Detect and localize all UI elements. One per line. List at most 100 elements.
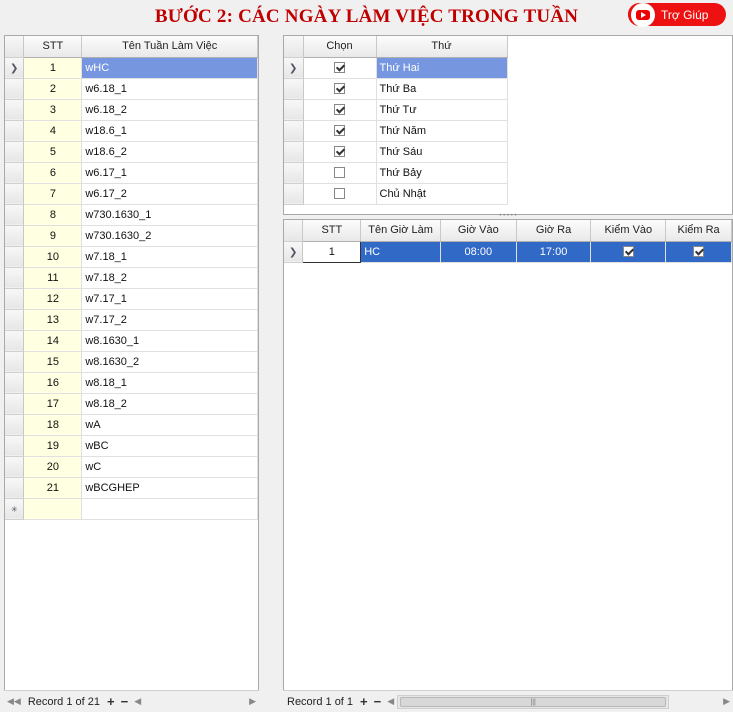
week-row[interactable]: 4 w18.6_1 [5, 120, 258, 142]
scroll-right-icon[interactable]: ▶ [246, 696, 259, 707]
day-select-cell[interactable] [303, 99, 377, 121]
week-name-cell[interactable]: w7.17_2 [81, 309, 258, 331]
week-name-cell[interactable]: w18.6_1 [81, 120, 258, 142]
day-select-cell[interactable] [303, 141, 377, 163]
first-record-icon[interactable]: ◀◀ [4, 696, 24, 707]
week-name-cell[interactable]: w7.18_1 [81, 246, 258, 268]
day-select-cell[interactable] [303, 120, 377, 142]
day-row[interactable]: Thứ Tư [284, 99, 508, 121]
week-name-cell[interactable]: w730.1630_2 [81, 225, 258, 247]
day-row[interactable]: Chủ Nhật [284, 183, 508, 205]
week-row[interactable]: 3 w6.18_2 [5, 99, 258, 121]
week-name-cell[interactable]: w8.1630_1 [81, 330, 258, 352]
new-week-row[interactable]: ✳ [5, 498, 258, 520]
week-row[interactable]: 20 wC [5, 456, 258, 478]
scroll-left-icon[interactable]: ◀ [131, 696, 144, 707]
week-row[interactable]: 11 w7.18_2 [5, 267, 258, 289]
hours-check-out-header[interactable]: Kiểm Ra [665, 220, 732, 242]
week-row[interactable]: 10 w7.18_1 [5, 246, 258, 268]
week-row[interactable]: 19 wBC [5, 435, 258, 457]
week-row[interactable]: 16 w8.18_1 [5, 372, 258, 394]
hours-in-header[interactable]: Giờ Vào [440, 220, 517, 242]
week-name-cell[interactable]: wBC [81, 435, 258, 457]
week-row[interactable]: 9 w730.1630_2 [5, 225, 258, 247]
week-row[interactable]: 14 w8.1630_1 [5, 330, 258, 352]
checkbox[interactable] [693, 246, 705, 258]
scrollbar-thumb[interactable]: ||| [400, 696, 667, 707]
checkbox[interactable] [334, 167, 345, 179]
week-name-cell[interactable]: w6.17_1 [81, 162, 258, 184]
day-name-header[interactable]: Thứ [376, 36, 508, 58]
day-row[interactable]: ❯ Thứ Hai [284, 57, 508, 79]
checkbox[interactable] [334, 188, 345, 200]
horizontal-scrollbar[interactable]: ||| [397, 694, 670, 709]
day-row[interactable]: Thứ Bảy [284, 162, 508, 184]
remove-week-button[interactable]: − [118, 694, 132, 709]
checkbox[interactable] [622, 246, 634, 258]
add-week-button[interactable]: + [104, 694, 118, 709]
week-name-cell[interactable]: w6.18_1 [81, 78, 258, 100]
day-select-cell[interactable] [303, 78, 377, 100]
scroll-right-icon[interactable]: ▶ [720, 696, 733, 707]
week-name-cell[interactable]: w6.17_2 [81, 183, 258, 205]
remove-hours-button[interactable]: − [371, 694, 385, 709]
add-hours-button[interactable]: + [357, 694, 371, 709]
week-row[interactable]: 12 w7.17_1 [5, 288, 258, 310]
hours-check-out-cell[interactable] [665, 241, 732, 263]
week-row[interactable]: 2 w6.18_1 [5, 78, 258, 100]
hours-out-cell[interactable]: 17:00 [516, 241, 592, 263]
week-name-cell[interactable]: w7.17_1 [81, 288, 258, 310]
week-row[interactable]: 13 w7.17_2 [5, 309, 258, 331]
week-name-header[interactable]: Tên Tuần Làm Việc [81, 36, 258, 58]
week-name-cell[interactable]: wC [81, 456, 258, 478]
hours-stt-cell[interactable]: 1 [302, 240, 362, 263]
week-stt-header[interactable]: STT [23, 36, 83, 58]
day-select-header[interactable]: Chọn [303, 36, 377, 58]
hours-stt-header[interactable]: STT [302, 220, 362, 242]
hours-check-in-cell[interactable] [590, 241, 667, 263]
week-row[interactable]: 8 w730.1630_1 [5, 204, 258, 226]
checkbox[interactable] [334, 125, 345, 137]
week-name-cell[interactable]: wA [81, 414, 258, 436]
day-select-cell[interactable] [303, 162, 377, 184]
week-name-cell[interactable]: wHC [81, 57, 258, 79]
week-name-cell[interactable]: w730.1630_1 [81, 204, 258, 226]
hours-name-cell[interactable]: HC [360, 241, 441, 263]
week-row[interactable]: 5 w18.6_2 [5, 141, 258, 163]
week-row[interactable]: 21 wBCGHEP [5, 477, 258, 499]
day-name-cell[interactable]: Thứ Bảy [376, 162, 508, 184]
hours-row[interactable]: ❯ 1 HC 08:00 17:00 [284, 240, 732, 263]
hours-name-header[interactable]: Tên Giờ Làm [360, 220, 441, 242]
checkbox[interactable] [334, 62, 345, 74]
day-select-cell[interactable] [303, 57, 377, 79]
week-row[interactable]: 7 w6.17_2 [5, 183, 258, 205]
week-row[interactable]: ❯ 1 wHC [5, 57, 258, 79]
hours-out-header[interactable]: Giờ Ra [516, 220, 592, 242]
week-name-cell[interactable]: w6.18_2 [81, 99, 258, 121]
week-name-cell[interactable]: w7.18_2 [81, 267, 258, 289]
help-button[interactable]: Trợ Giúp [628, 2, 726, 27]
day-row[interactable]: Thứ Năm [284, 120, 508, 142]
day-name-cell[interactable]: Thứ Sáu [376, 141, 508, 163]
week-row[interactable]: 17 w8.18_2 [5, 393, 258, 415]
week-row[interactable]: 18 wA [5, 414, 258, 436]
week-row[interactable]: 15 w8.1630_2 [5, 351, 258, 373]
checkbox[interactable] [334, 104, 345, 116]
day-name-cell[interactable]: Thứ Tư [376, 99, 508, 121]
week-name-cell[interactable] [81, 498, 258, 520]
hours-check-in-header[interactable]: Kiểm Vào [590, 220, 667, 242]
week-name-cell[interactable]: w18.6_2 [81, 141, 258, 163]
day-name-cell[interactable]: Chủ Nhật [376, 183, 508, 205]
day-row[interactable]: Thứ Ba [284, 78, 508, 100]
day-row[interactable]: Thứ Sáu [284, 141, 508, 163]
day-name-cell[interactable]: Thứ Hai [376, 57, 508, 79]
checkbox[interactable] [334, 146, 345, 158]
hours-in-cell[interactable]: 08:00 [440, 241, 517, 263]
day-name-cell[interactable]: Thứ Ba [376, 78, 508, 100]
week-name-cell[interactable]: w8.18_1 [81, 372, 258, 394]
scroll-left-icon[interactable]: ◀ [384, 696, 397, 707]
week-row[interactable]: 6 w6.17_1 [5, 162, 258, 184]
week-name-cell[interactable]: w8.1630_2 [81, 351, 258, 373]
checkbox[interactable] [334, 83, 345, 95]
week-name-cell[interactable]: wBCGHEP [81, 477, 258, 499]
